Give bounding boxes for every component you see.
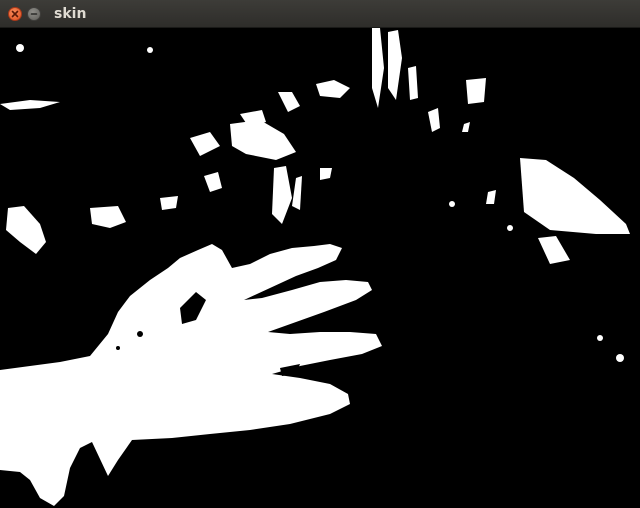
app-window: skin <box>0 0 640 508</box>
close-icon <box>11 10 19 18</box>
mask-speck <box>616 354 624 362</box>
skin-mask-svg <box>0 28 640 508</box>
mask-blob <box>160 196 178 210</box>
close-button[interactable] <box>8 7 22 21</box>
minimize-icon <box>30 13 38 15</box>
hand-shadow <box>116 346 120 350</box>
mask-blob <box>466 78 486 104</box>
hand-shadow <box>137 331 143 337</box>
mask-speck <box>597 335 603 341</box>
mask-speck <box>16 44 24 52</box>
window-title: skin <box>54 6 87 22</box>
mask-speck <box>449 201 455 207</box>
skin-mask-image <box>0 28 640 508</box>
mask-speck <box>507 225 513 231</box>
minimize-button[interactable] <box>27 7 41 21</box>
mask-speck <box>147 47 153 53</box>
title-bar[interactable]: skin <box>0 0 640 28</box>
